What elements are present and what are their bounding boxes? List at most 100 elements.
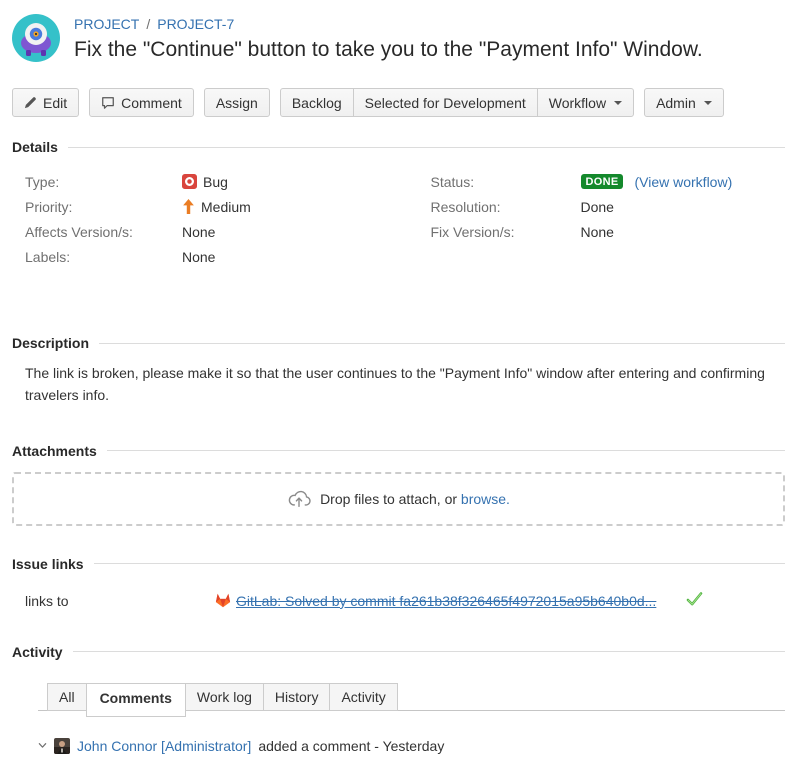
comment-meta: added a comment - Yesterday	[258, 738, 444, 754]
comment-button-label: Comment	[121, 95, 182, 111]
description-heading-label: Description	[12, 335, 89, 351]
activity-heading-label: Activity	[12, 644, 63, 660]
priority-medium-icon	[182, 199, 195, 214]
details-left-column: Type: Bug Priority: Medium Affects Versi…	[12, 169, 399, 269]
detail-row-priority: Priority: Medium	[25, 194, 399, 219]
toolbar: Edit Comment Assign Backlog Selected for…	[12, 88, 785, 117]
attachments-section: Attachments Drop files to attach, or bro…	[12, 443, 785, 526]
workflow-button-group: Backlog Selected for Development Workflo…	[280, 88, 634, 117]
selected-for-development-button[interactable]: Selected for Development	[353, 88, 538, 117]
link-status	[686, 592, 703, 610]
cloud-upload-icon	[287, 488, 311, 509]
detail-row-labels: Labels: None	[25, 244, 399, 269]
assign-button[interactable]: Assign	[204, 88, 270, 117]
chevron-down-icon	[704, 101, 712, 105]
heading-rule	[94, 563, 785, 564]
priority-label: Priority:	[25, 199, 182, 215]
resolution-value: Done	[581, 199, 614, 215]
workflow-button-label: Workflow	[549, 95, 606, 111]
attachments-heading-label: Attachments	[12, 443, 97, 459]
labels-label: Labels:	[25, 249, 182, 265]
type-value: Bug	[182, 174, 228, 190]
issue-links-heading: Issue links	[12, 556, 785, 572]
page-title: Fix the "Continue" button to take you to…	[74, 38, 703, 62]
view-workflow-link[interactable]: (View workflow)	[634, 174, 732, 190]
detail-row-fix-version: Fix Version/s: None	[431, 219, 786, 244]
comment-button[interactable]: Comment	[89, 88, 194, 117]
issue-links-heading-label: Issue links	[12, 556, 84, 572]
description-heading: Description	[12, 335, 785, 351]
affects-version-value: None	[182, 224, 215, 240]
gitlab-commit-link[interactable]: GitLab: Solved by commit fa261b38f326465…	[236, 593, 656, 609]
remote-link: GitLab: Solved by commit fa261b38f326465…	[215, 593, 656, 609]
gitlab-icon	[215, 593, 231, 608]
pencil-icon	[24, 96, 37, 109]
tab-work-log[interactable]: Work log	[185, 683, 264, 711]
details-section: Details Type: Bug Priority: Medium	[12, 139, 785, 327]
check-icon	[686, 592, 703, 607]
breadcrumb-project-link[interactable]: PROJECT	[74, 16, 139, 32]
breadcrumb-issue-link[interactable]: PROJECT-7	[157, 16, 234, 32]
assign-button-label: Assign	[216, 95, 258, 111]
link-relation-label: links to	[25, 593, 215, 609]
issue-link-row: links to GitLab: Solved by commit fa261b…	[12, 572, 785, 610]
workflow-dropdown-button[interactable]: Workflow	[537, 88, 634, 117]
details-heading: Details	[12, 139, 785, 155]
browse-link[interactable]: browse.	[461, 491, 510, 507]
admin-button-label: Admin	[656, 95, 696, 111]
dropzone-text: Drop files to attach, or browse.	[320, 491, 510, 507]
status-badge: DONE	[581, 174, 624, 189]
attachments-dropzone[interactable]: Drop files to attach, or browse.	[12, 472, 785, 526]
tab-all[interactable]: All	[47, 683, 87, 711]
description-section: Description The link is broken, please m…	[12, 335, 785, 407]
detail-row-affects-version: Affects Version/s: None	[25, 219, 399, 244]
chevron-down-icon	[614, 101, 622, 105]
status-value: DONE (View workflow)	[581, 174, 733, 190]
tab-comments[interactable]: Comments	[86, 683, 186, 717]
type-value-text: Bug	[203, 174, 228, 190]
bug-icon	[182, 174, 197, 189]
collapse-chevron-icon[interactable]	[38, 741, 47, 750]
detail-row-status: Status: DONE (View workflow)	[431, 169, 786, 194]
edit-button[interactable]: Edit	[12, 88, 79, 117]
tab-history[interactable]: History	[263, 683, 331, 711]
detail-row-type: Type: Bug	[25, 169, 399, 194]
heading-rule	[73, 651, 785, 652]
fix-version-label: Fix Version/s:	[431, 224, 581, 240]
selected-for-development-label: Selected for Development	[365, 95, 526, 111]
affects-version-label: Affects Version/s:	[25, 224, 182, 240]
comment-bubble-icon	[101, 96, 115, 110]
project-avatar	[12, 14, 60, 62]
details-heading-label: Details	[12, 139, 58, 155]
detail-row-resolution: Resolution: Done	[431, 194, 786, 219]
tab-activity[interactable]: Activity	[329, 683, 397, 711]
labels-value: None	[182, 249, 215, 265]
activity-section: Activity All Comments Work log History A…	[12, 644, 785, 763]
issue-header: PROJECT / PROJECT-7 Fix the "Continue" b…	[12, 0, 785, 62]
priority-value: Medium	[182, 199, 251, 215]
edit-button-label: Edit	[43, 95, 67, 111]
attachments-heading: Attachments	[12, 443, 785, 459]
issue-page: PROJECT / PROJECT-7 Fix the "Continue" b…	[0, 0, 797, 763]
breadcrumb-separator: /	[146, 16, 150, 32]
breadcrumb: PROJECT / PROJECT-7	[74, 16, 703, 32]
dropzone-text-main: Drop files to attach, or	[320, 491, 457, 507]
fix-version-value: None	[581, 224, 614, 240]
backlog-button[interactable]: Backlog	[280, 88, 354, 117]
details-grid: Type: Bug Priority: Medium Affects Versi…	[12, 155, 785, 269]
issue-links-section: Issue links links to GitLab: Solved by c…	[12, 556, 785, 610]
heading-rule	[99, 343, 785, 344]
status-label: Status:	[431, 174, 581, 190]
heading-rule	[68, 147, 785, 148]
comment-author-link[interactable]: John Connor [Administrator]	[77, 738, 251, 754]
admin-dropdown-button[interactable]: Admin	[644, 88, 724, 117]
backlog-button-label: Backlog	[292, 95, 342, 111]
activity-heading: Activity	[12, 644, 785, 660]
header-text: PROJECT / PROJECT-7 Fix the "Continue" b…	[74, 14, 703, 62]
description-text: The link is broken, please make it so th…	[12, 351, 785, 407]
user-avatar	[54, 738, 70, 754]
details-right-column: Status: DONE (View workflow) Resolution:…	[399, 169, 786, 269]
type-label: Type:	[25, 174, 182, 190]
monster-avatar-icon	[12, 14, 60, 62]
resolution-label: Resolution:	[431, 199, 581, 215]
